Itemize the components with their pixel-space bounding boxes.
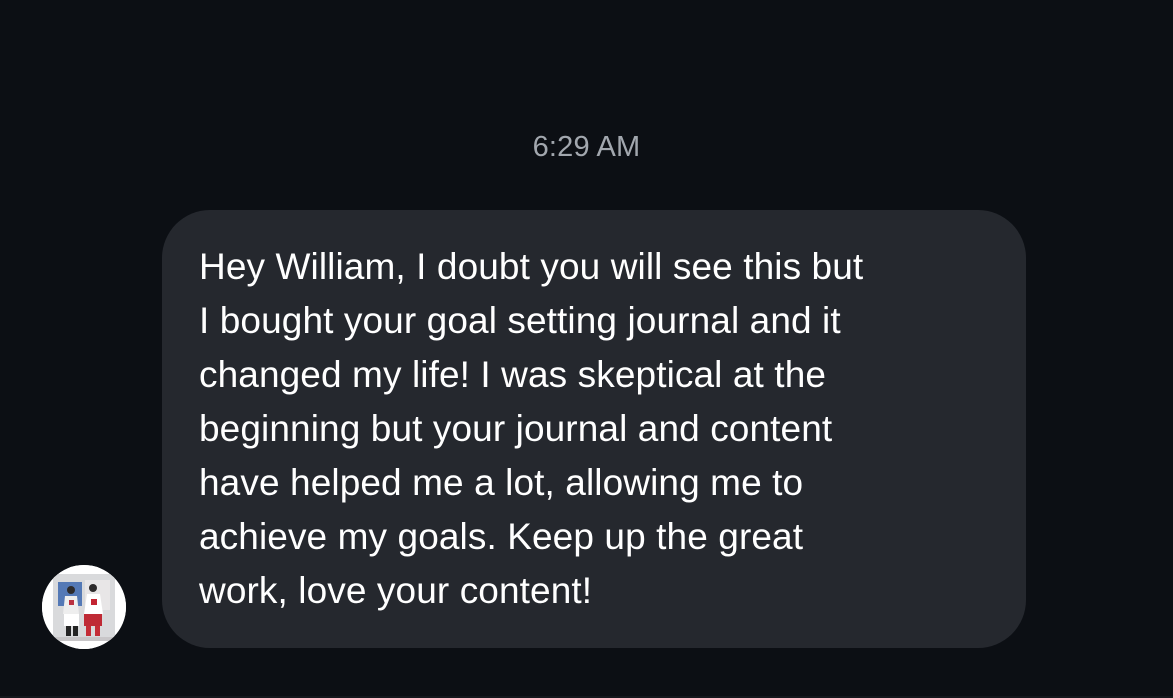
message-text: Hey William, I doubt you will see this b… [199,246,864,611]
sender-avatar[interactable] [42,565,126,649]
message-timestamp: 6:29 AM [532,131,641,163]
profile-photo-icon [42,565,126,649]
message-thread: 6:29 AM Hey William, I doubt you will se… [0,0,1173,698]
message-bubble[interactable]: Hey William, I doubt you will see this b… [162,210,1026,648]
